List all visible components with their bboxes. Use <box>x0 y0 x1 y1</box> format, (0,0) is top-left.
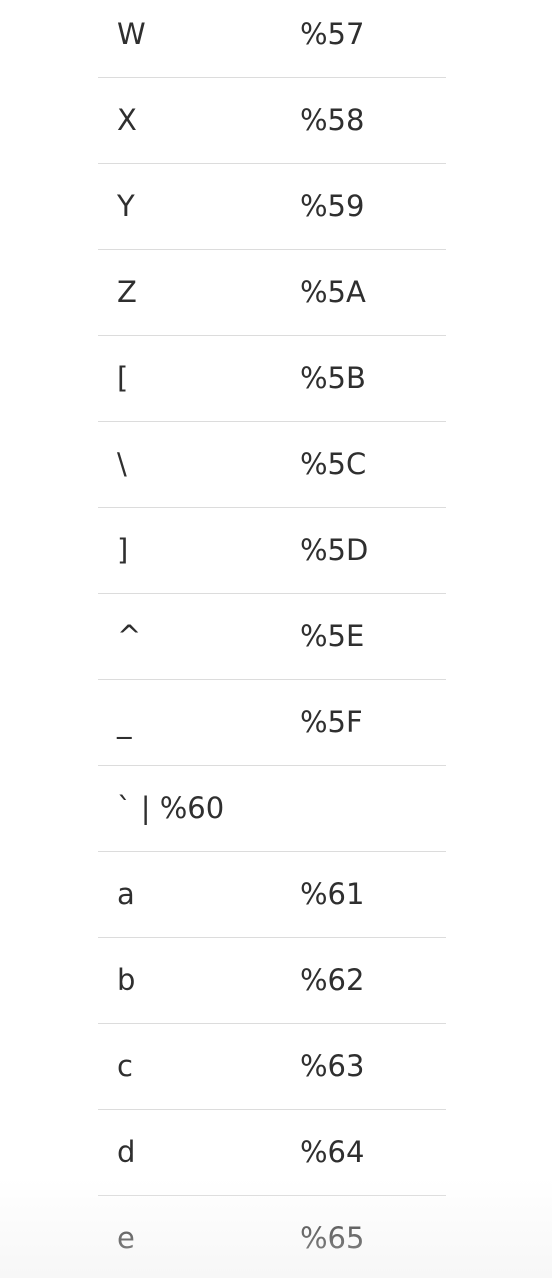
table-row: ` | %60 <box>98 766 446 852</box>
character-cell: a <box>117 877 135 911</box>
encoded-value-cell: %5D <box>300 533 369 567</box>
encoded-value-cell: %58 <box>300 103 365 137</box>
table-row: _ %5F <box>98 680 446 766</box>
table-row: [ %5B <box>98 336 446 422</box>
encoded-value-cell: %63 <box>300 1049 365 1083</box>
table-row: ^ %5E <box>98 594 446 680</box>
table-row: Y %59 <box>98 164 446 250</box>
table-row: ] %5D <box>98 508 446 594</box>
character-cell: c <box>117 1049 133 1083</box>
character-cell: W <box>117 17 146 51</box>
url-encoding-table: W %57 X %58 Y %59 Z %5A [ %5B \ %5C ] %5… <box>98 0 446 1278</box>
encoded-value-cell: %59 <box>300 189 365 223</box>
encoded-value-cell: %65 <box>300 1221 365 1255</box>
encoded-value-cell: %57 <box>300 17 365 51</box>
character-cell: \ <box>117 447 127 481</box>
encoded-value-cell: %61 <box>300 877 365 911</box>
table-row: d %64 <box>98 1110 446 1196</box>
table-row: Z %5A <box>98 250 446 336</box>
character-cell: b <box>117 963 136 997</box>
table-row: c %63 <box>98 1024 446 1110</box>
table-row: X %58 <box>98 78 446 164</box>
character-cell: _ <box>117 705 132 739</box>
table-row: a %61 <box>98 852 446 938</box>
encoded-value-cell: %5F <box>300 705 363 739</box>
character-cell: d <box>117 1135 136 1169</box>
encoded-value-cell: %64 <box>300 1135 365 1169</box>
character-cell: ` | %60 <box>117 791 225 825</box>
character-cell: ] <box>117 533 129 567</box>
character-cell: e <box>117 1221 135 1255</box>
character-cell: [ <box>117 361 129 395</box>
character-cell: X <box>117 103 137 137</box>
encoded-value-cell: %5B <box>300 361 366 395</box>
encoded-value-cell: %5E <box>300 619 365 653</box>
character-cell: ^ <box>117 619 142 653</box>
table-row: e %65 <box>98 1196 446 1278</box>
table-row: \ %5C <box>98 422 446 508</box>
table-row: W %57 <box>98 0 446 78</box>
encoded-value-cell: %5A <box>300 275 366 309</box>
character-cell: Y <box>117 189 135 223</box>
encoded-value-cell: %62 <box>300 963 365 997</box>
character-cell: Z <box>117 275 137 309</box>
table-row: b %62 <box>98 938 446 1024</box>
encoded-value-cell: %5C <box>300 447 367 481</box>
